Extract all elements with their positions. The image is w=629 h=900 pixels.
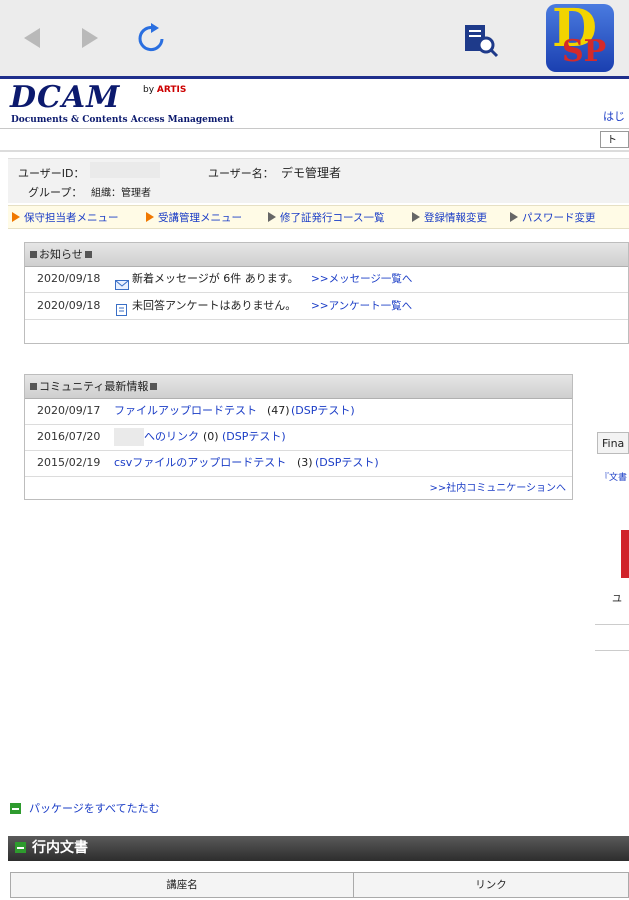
community-date: 2015/02/19: [37, 456, 101, 469]
notice-row: 2020/09/18 未回答アンケートはありません。 >>アンケート一覧へ: [25, 293, 628, 320]
triangle-icon: [268, 212, 276, 222]
banner-image: [621, 530, 629, 578]
user-id-value: [90, 162, 160, 178]
notices-header: お知らせ: [25, 243, 628, 267]
surveys-link[interactable]: >>アンケート一覧へ: [311, 293, 412, 319]
menu-certificate-courses[interactable]: 修了証発行コース一覧: [268, 210, 384, 225]
community-topic-link[interactable]: へのリンク: [144, 424, 199, 450]
column-link: リンク: [475, 879, 507, 891]
fina-button[interactable]: Fina: [597, 432, 629, 454]
notice-post: あります。: [244, 272, 299, 285]
menu-maintenance[interactable]: 保守担当者メニュー: [12, 210, 119, 225]
notice-date: 2020/09/18: [37, 272, 101, 285]
notice-pre: 新着メッセージが: [132, 272, 220, 285]
divider: [0, 128, 629, 129]
app-logo-sp: SP: [562, 34, 607, 69]
community-header: コミュニティ最新情報: [25, 375, 572, 399]
community-count: (3): [297, 456, 313, 469]
community-group-link[interactable]: (DSPテスト): [222, 424, 286, 450]
square-icon: [30, 383, 37, 390]
logo-by-text: by: [143, 85, 155, 95]
document-search-icon[interactable]: [460, 20, 499, 58]
menu-label: 保守担当者メニュー: [24, 212, 119, 224]
user-name-value: デモ管理者: [281, 166, 342, 180]
user-fragment: ユ: [612, 594, 622, 605]
header-divider: [0, 76, 629, 79]
notices-panel: お知らせ 2020/09/18 新着メッセージが 6件 あります。 >>メッセー…: [24, 242, 629, 344]
logo-brand: ARTIS: [156, 85, 187, 95]
section-title: 行内文書: [32, 840, 88, 856]
community-count: (47): [267, 404, 290, 417]
community-panel: コミュニティ最新情報 2020/09/17 ファイルアップロードテスト (47)…: [24, 374, 573, 500]
community-footer-link[interactable]: >>社内コミュニケーションへ: [429, 479, 566, 494]
notice-text: 新着メッセージが 6件 あります。: [132, 266, 299, 292]
triangle-icon: [510, 212, 518, 222]
survey-icon: [116, 300, 127, 326]
square-icon: [30, 251, 37, 258]
community-row: 2016/07/20 へのリンク (0) (DSPテスト): [25, 424, 572, 451]
back-arrow-icon[interactable]: [14, 20, 50, 56]
logo-subtitle: Documents & Contents Access Management: [11, 115, 234, 125]
menu-label: 受講管理メニュー: [158, 212, 242, 224]
collapse-label: パッケージをすべてたたむ: [29, 802, 160, 815]
column-course-name: 講座名: [11, 873, 354, 897]
divider: [0, 150, 629, 152]
community-count: (0): [203, 430, 219, 443]
divider: [595, 624, 629, 625]
community-topic-link[interactable]: ファイルアップロードテスト: [114, 398, 257, 424]
browser-toolbar: D SP: [0, 0, 629, 79]
menu-registration[interactable]: 登録情報変更: [412, 210, 487, 225]
notice-count: 6件: [223, 272, 242, 285]
menu-label: パスワード変更: [522, 212, 596, 224]
collapse-icon: [10, 803, 21, 814]
collapse-packages-link[interactable]: パッケージをすべてたたむ: [10, 800, 160, 816]
triangle-icon: [146, 212, 154, 222]
square-icon: [84, 251, 92, 258]
community-row: 2020/09/17 ファイルアップロードテスト (47) (DSPテスト): [25, 398, 572, 425]
notice-date: 2020/09/18: [37, 299, 101, 312]
top-button[interactable]: ト: [600, 131, 629, 148]
community-topic-link[interactable]: csvファイルのアップロードテスト: [114, 450, 286, 476]
notice-text: 未回答アンケートはありません。: [132, 299, 297, 312]
redacted-block: [114, 428, 144, 446]
messages-link[interactable]: >>メッセージ一覧へ: [311, 266, 412, 292]
menu-label: 修了証発行コース一覧: [280, 212, 385, 224]
menu-password[interactable]: パスワード変更: [510, 210, 596, 225]
community-group-link[interactable]: (DSPテスト): [315, 450, 379, 476]
notices-title: お知らせ: [39, 248, 83, 261]
group-value: 組織：管理者: [91, 188, 151, 199]
logo: DCAM: [10, 80, 121, 115]
notice-row: 2020/09/18 新着メッセージが 6件 あります。 >>メッセージ一覧へ: [25, 266, 628, 293]
menu-label: 登録情報変更: [424, 212, 487, 224]
group-label: グループ：: [28, 186, 83, 199]
reload-icon[interactable]: [134, 20, 170, 56]
square-icon: [150, 383, 158, 390]
document-link[interactable]: 『文書: [600, 470, 627, 483]
divider: [595, 650, 629, 651]
community-date: 2020/09/17: [37, 404, 101, 417]
menu-enrollment[interactable]: 受講管理メニュー: [146, 210, 242, 225]
triangle-icon: [12, 212, 20, 222]
forward-arrow-icon[interactable]: [72, 20, 108, 56]
community-group-link[interactable]: (DSPテスト): [291, 398, 355, 424]
section-bar[interactable]: 行内文書: [8, 836, 629, 861]
app-logo-icon[interactable]: D SP: [546, 4, 614, 72]
community-date: 2016/07/20: [37, 430, 101, 443]
community-row: 2015/02/19 csvファイルのアップロードテスト (3) (DSPテスト…: [25, 450, 572, 477]
triangle-icon: [412, 212, 420, 222]
logo-by: by ARTIS: [143, 85, 186, 95]
table-header: 講座名 リンク: [10, 872, 629, 898]
help-link[interactable]: はじ: [603, 108, 625, 124]
user-id-label: ユーザーID：: [18, 167, 85, 180]
user-name-label: ユーザー名：: [208, 167, 274, 180]
collapse-icon: [15, 842, 26, 853]
community-title: コミュニティ最新情報: [39, 380, 149, 393]
